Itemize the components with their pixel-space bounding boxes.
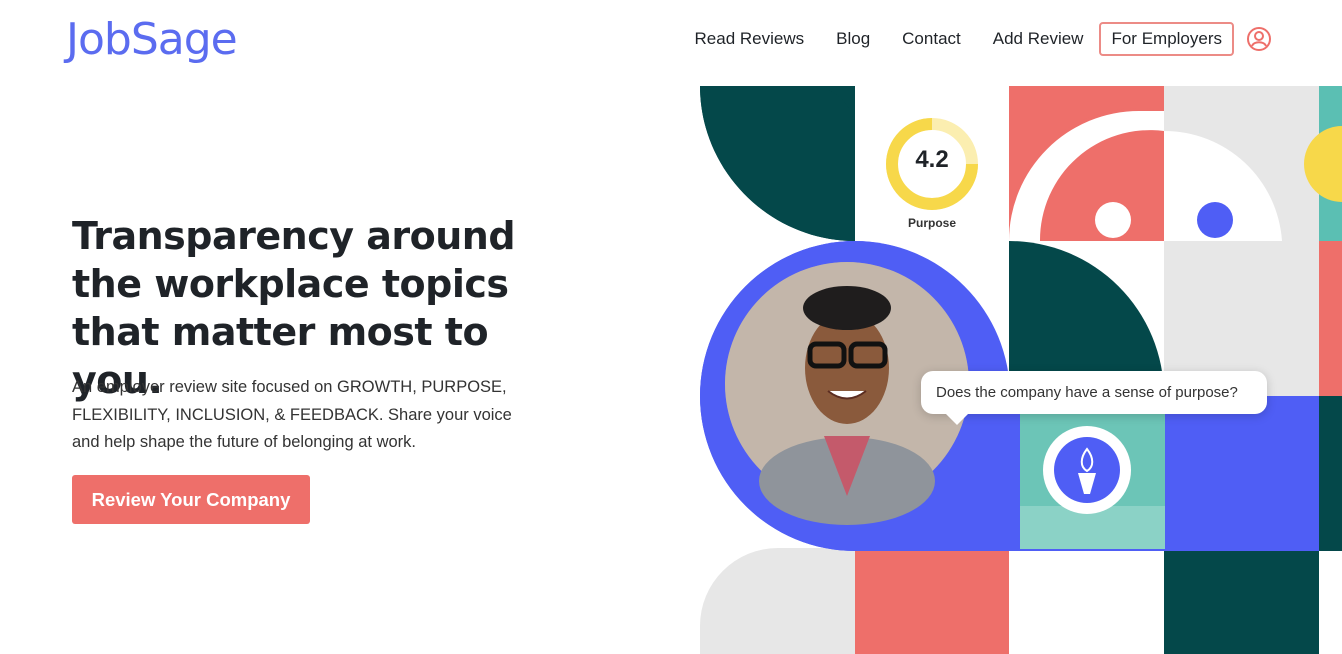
bubble-text: Does the company have a sense of purpose… — [936, 384, 1238, 401]
nav-read-reviews[interactable]: Read Reviews — [695, 22, 805, 56]
for-employers-button[interactable]: For Employers — [1099, 22, 1234, 56]
hero-illustration — [700, 86, 1342, 654]
rating-label: Purpose — [907, 216, 956, 230]
nav-contact[interactable]: Contact — [902, 22, 961, 56]
logo[interactable]: JobSage — [66, 14, 238, 65]
nav-blog[interactable]: Blog — [836, 22, 870, 56]
speech-bubble: Does the company have a sense of purpose… — [921, 371, 1267, 425]
user-icon[interactable] — [1246, 26, 1272, 52]
logo-text: JobSage — [66, 14, 238, 65]
rating-value: 4.2 — [915, 146, 949, 173]
main-nav: Read Reviews Blog Contact Add Review For… — [695, 22, 1272, 56]
hero-subtitle: An employer review site focused on GROWT… — [72, 378, 512, 451]
review-your-company-button[interactable]: Review Your Company — [72, 475, 310, 524]
nav-add-review[interactable]: Add Review — [993, 22, 1084, 56]
geometric-pattern — [700, 86, 1342, 654]
